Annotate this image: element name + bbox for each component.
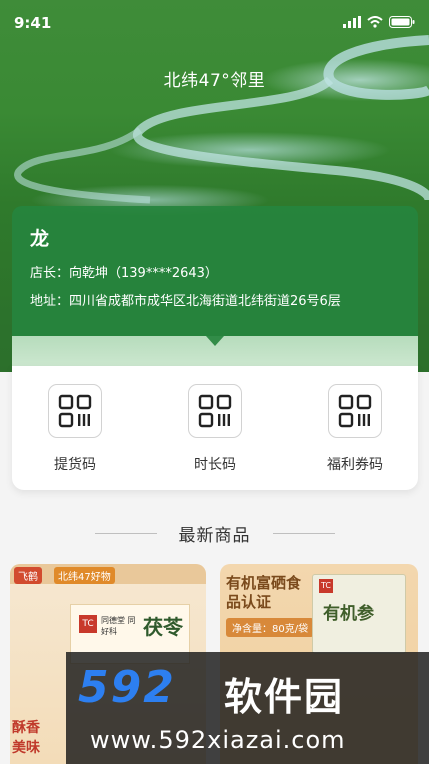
duration-code-button[interactable]: 时长码 [182,366,248,490]
watermark-url: www.592xiazai.com [90,726,346,754]
product-headline: 有机富硒食品认证 [226,574,302,611]
product-package: TC 有机参 [312,574,406,654]
product-brand-tag: 飞鹤 [14,567,42,584]
store-address: 地址：四川省成都市成华区北海街道北纬街道26号6层 [30,290,341,309]
wifi-icon [367,16,383,28]
manager-label: 店长： [30,266,70,281]
address-label: 地址： [30,294,70,309]
status-bar: 9:41 [0,0,429,44]
product-slogan: 酥香美味 [12,720,40,756]
duration-code-label: 时长码 [194,457,236,473]
status-icons [343,16,415,28]
coupon-code-button[interactable]: 福利券码 [322,366,388,490]
product-name: 茯苓 [143,615,183,639]
product-spec: 净含量：80克/袋 [226,618,315,637]
qr-code-icon [48,384,102,438]
section-header: 最新商品 [0,520,429,546]
product-promo-tag: 北纬47好物 [54,567,115,584]
pickup-code-button[interactable]: 提货码 [42,366,108,490]
store-name: 龙 [30,228,50,250]
product-name: 有机参 [323,604,374,624]
store-manager: 店长：向乾坤（139****2643） [30,262,218,281]
brand-logo: TC [79,615,97,633]
product-subtext: 同德堂 同好科 [101,616,136,636]
store-info-card: 龙 店长：向乾坤（139****2643） 地址：四川省成都市成华区北海街道北纬… [12,206,418,336]
cellular-signal-icon [343,16,361,28]
brand-logo: TC [319,579,333,593]
section-title: 最新商品 [178,525,251,546]
card-pointer [206,336,224,346]
manager-value: 向乾坤（139****2643） [69,266,218,281]
battery-icon [389,16,415,28]
qr-code-icon [188,384,242,438]
codes-card: 提货码 时长码 福利券码 [12,366,418,490]
watermark-brand-cn: 软件园 [224,675,345,719]
page-title: 北纬47°邻里 [163,71,266,91]
section-divider-left [94,532,157,534]
section-divider-right [272,532,335,534]
address-value: 四川省成都市成华区北海街道北纬街道26号6层 [69,294,341,309]
site-watermark: 592 软件园 www.592xiazai.com [66,652,429,764]
pickup-code-label: 提货码 [54,457,96,473]
watermark-brand: 592 [78,662,176,713]
coupon-code-label: 福利券码 [327,457,383,473]
qr-code-icon [328,384,382,438]
status-time: 9:41 [14,14,52,32]
